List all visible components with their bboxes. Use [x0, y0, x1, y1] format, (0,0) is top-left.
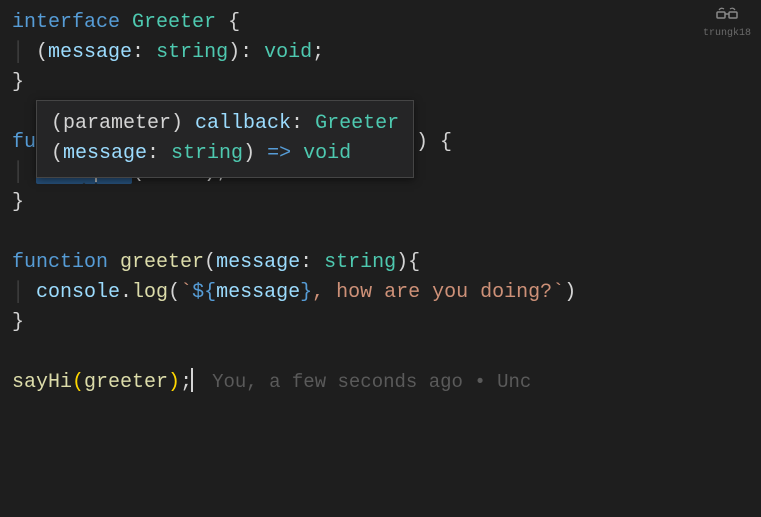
type-name: Greeter — [132, 11, 216, 34]
tooltip-ptype: string — [171, 142, 243, 165]
colon: : — [132, 41, 156, 64]
argument: greeter — [84, 371, 168, 394]
indent-guide: │ — [12, 41, 36, 64]
paren: ){ — [396, 251, 420, 274]
watermark: trungk18 — [703, 6, 751, 41]
tooltip-signature: (message: string) => void — [51, 139, 399, 169]
code-line[interactable]: function greeter(message: string){ — [12, 248, 749, 278]
code-editor[interactable]: interface Greeter { │ (message: string):… — [0, 0, 761, 406]
indent-guide: │ — [12, 281, 36, 304]
template-open: ` — [180, 281, 192, 304]
brace: } — [12, 71, 24, 94]
tooltip-type: Greeter — [315, 112, 399, 135]
code-line[interactable]: } — [12, 308, 749, 338]
tooltip-colon: : — [147, 142, 171, 165]
code-line[interactable]: interface Greeter { — [12, 8, 749, 38]
paren: ) — [168, 371, 180, 394]
brace: } — [12, 191, 24, 214]
brace: } — [12, 311, 24, 334]
tooltip-paren: ) — [243, 142, 255, 165]
code-line[interactable]: │ console.log(`${message}, how are you d… — [12, 278, 749, 308]
return-type: void — [264, 41, 312, 64]
tooltip-return: void — [303, 142, 351, 165]
type: string — [324, 251, 396, 274]
paren: ( — [168, 281, 180, 304]
interp-close: } — [300, 281, 312, 304]
tooltip-colon: : — [291, 112, 315, 135]
blank-line[interactable] — [12, 218, 749, 248]
dot: . — [120, 281, 132, 304]
glasses-icon — [715, 6, 739, 24]
tooltip-paren: ( — [51, 142, 63, 165]
template-close: ` — [552, 281, 564, 304]
tooltip-arrow: => — [255, 142, 303, 165]
brace: { — [216, 11, 240, 34]
interp-open: ${ — [192, 281, 216, 304]
tooltip-label: (parameter) — [51, 112, 195, 135]
template-text: , how are you doing? — [312, 281, 552, 304]
type: string — [156, 41, 228, 64]
brace: ) { — [416, 131, 452, 154]
variable: message — [216, 281, 300, 304]
keyword: interface — [12, 11, 120, 34]
paren: ) — [564, 281, 576, 304]
indent-guide: │ — [12, 161, 36, 184]
code-line[interactable]: │ (message: string): void; — [12, 38, 749, 68]
git-blame-annotation[interactable]: You, a few seconds ago • Unc — [212, 371, 531, 393]
blank-line[interactable] — [12, 338, 749, 368]
paren: ( — [204, 251, 216, 274]
keyword: function — [12, 251, 108, 274]
parameter: message — [48, 41, 132, 64]
tooltip-param: message — [63, 142, 147, 165]
code-line[interactable]: } — [12, 188, 749, 218]
hover-tooltip: (parameter) callback: Greeter (message: … — [36, 100, 414, 178]
function-call: sayHi — [12, 371, 72, 394]
method: log — [132, 281, 168, 304]
semicolon: ; — [312, 41, 324, 64]
paren: ( — [36, 41, 48, 64]
object: console — [36, 281, 120, 304]
watermark-text: trungk18 — [703, 28, 751, 39]
code-line[interactable]: sayHi(greeter);You, a few seconds ago • … — [12, 368, 749, 398]
colon: : — [300, 251, 324, 274]
tooltip-param-name: callback — [195, 112, 291, 135]
paren: ( — [72, 371, 84, 394]
paren: ): — [228, 41, 264, 64]
code-line[interactable]: } — [12, 68, 749, 98]
tooltip-signature: (parameter) callback: Greeter — [51, 109, 399, 139]
text-cursor — [191, 368, 193, 392]
parameter: message — [216, 251, 300, 274]
function-name: greeter — [120, 251, 204, 274]
keyword: fu — [12, 131, 36, 154]
